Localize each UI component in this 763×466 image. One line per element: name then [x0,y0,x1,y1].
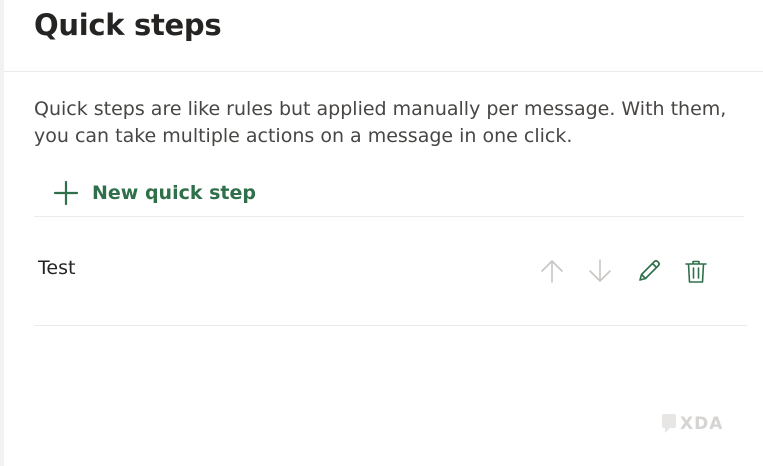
move-up-button[interactable] [537,257,567,287]
xda-logo-icon: XDA [661,410,737,436]
panel-description: Quick steps are like rules but applied m… [34,98,727,147]
move-down-button[interactable] [585,257,615,287]
divider [34,325,747,326]
new-quick-step-button[interactable]: New quick step [52,176,256,210]
trash-icon [683,258,709,287]
quick-step-name: Test [38,257,76,279]
watermark-text: XDA [680,414,723,434]
plus-icon [52,179,80,207]
arrow-down-icon [587,258,613,287]
delete-quick-step-button[interactable] [681,257,711,287]
arrow-up-icon [539,258,565,287]
page-title: Quick steps [34,8,222,42]
edit-quick-step-button[interactable] [634,257,664,287]
pencil-icon [636,258,662,287]
quick-step-row: Test [34,217,747,325]
new-quick-step-label: New quick step [92,182,256,204]
panel-header: Quick steps [4,0,763,72]
quick-steps-panel: Quick steps Quick steps are like rules b… [0,0,763,466]
